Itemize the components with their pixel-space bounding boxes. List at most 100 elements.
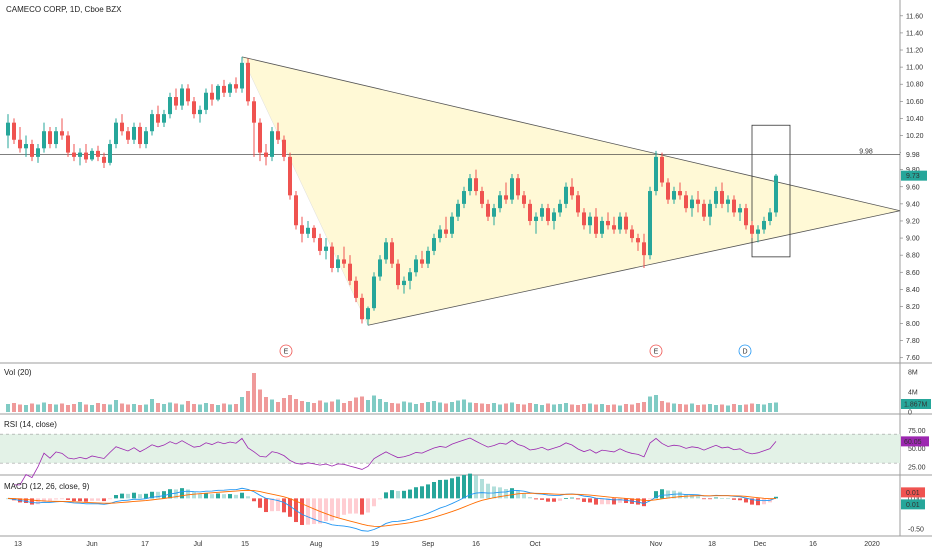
volume-bar[interactable]: [354, 397, 358, 413]
macd-histogram-bar[interactable]: [618, 498, 622, 503]
volume-bar[interactable]: [42, 402, 46, 413]
candle[interactable]: [162, 114, 166, 123]
volume-bar[interactable]: [120, 403, 124, 413]
candle[interactable]: [732, 199, 736, 213]
candle[interactable]: [474, 178, 478, 192]
macd-histogram-bar[interactable]: [78, 498, 82, 502]
candle[interactable]: [594, 216, 598, 234]
volume-bar[interactable]: [138, 405, 142, 412]
macd-histogram-bar[interactable]: [66, 498, 70, 500]
volume-bar[interactable]: [210, 404, 214, 412]
volume-bar[interactable]: [708, 404, 712, 412]
macd-histogram-bar[interactable]: [732, 498, 736, 500]
macd-histogram-bar[interactable]: [144, 493, 148, 499]
volume-bar[interactable]: [594, 404, 598, 413]
candle[interactable]: [648, 191, 652, 256]
volume-bar[interactable]: [648, 396, 652, 413]
candle[interactable]: [366, 308, 370, 320]
volume-bar[interactable]: [240, 397, 244, 412]
candle[interactable]: [258, 122, 262, 153]
macd-histogram-bar[interactable]: [216, 493, 220, 499]
candle[interactable]: [558, 203, 562, 213]
candle[interactable]: [222, 85, 226, 93]
candle[interactable]: [522, 195, 526, 204]
volume-bar[interactable]: [612, 404, 616, 413]
volume-bar[interactable]: [144, 404, 148, 413]
macd-histogram-bar[interactable]: [696, 496, 700, 499]
macd-histogram-bar[interactable]: [642, 498, 646, 507]
volume-bar[interactable]: [192, 404, 196, 412]
volume-bar[interactable]: [228, 404, 232, 413]
volume-bar[interactable]: [90, 405, 94, 412]
volume-bar[interactable]: [438, 402, 442, 413]
price-pane[interactable]: 9.98 11.60 11.40 11.20 11.00 10.80 10.60 10.40 1…: [0, 13, 927, 362]
candle[interactable]: [192, 101, 196, 115]
macd-histogram-bar[interactable]: [720, 498, 724, 500]
volume-bar[interactable]: [162, 404, 166, 412]
volume-bar[interactable]: [486, 404, 490, 412]
macd-histogram-bar[interactable]: [744, 498, 748, 503]
macd-histogram-bar[interactable]: [180, 488, 184, 499]
macd-histogram-bar[interactable]: [486, 483, 490, 499]
macd-histogram-bar[interactable]: [258, 498, 262, 508]
volume-bar[interactable]: [588, 403, 592, 413]
candle[interactable]: [396, 263, 400, 286]
volume-bar[interactable]: [636, 403, 640, 412]
candle[interactable]: [480, 191, 484, 204]
candle[interactable]: [390, 242, 394, 264]
candle[interactable]: [432, 238, 436, 251]
volume-bar[interactable]: [390, 403, 394, 412]
volume-bar[interactable]: [402, 401, 406, 413]
candle[interactable]: [660, 156, 664, 183]
volume-bar[interactable]: [768, 403, 772, 412]
candle[interactable]: [450, 216, 454, 234]
volume-bar[interactable]: [348, 401, 352, 412]
macd-histogram-bar[interactable]: [222, 494, 226, 499]
candle[interactable]: [576, 195, 580, 213]
candle[interactable]: [168, 97, 172, 115]
macd-histogram-bar[interactable]: [432, 482, 436, 499]
candle[interactable]: [468, 178, 472, 192]
macd-histogram-bar[interactable]: [444, 479, 448, 499]
candle[interactable]: [312, 227, 316, 239]
macd-histogram-bar[interactable]: [534, 498, 538, 500]
candle[interactable]: [156, 114, 160, 123]
candle[interactable]: [588, 216, 592, 226]
candle[interactable]: [150, 114, 154, 132]
volume-bar[interactable]: [444, 403, 448, 413]
volume-bar[interactable]: [696, 405, 700, 412]
macd-histogram-bar[interactable]: [204, 493, 208, 499]
candle[interactable]: [234, 84, 238, 89]
candle[interactable]: [486, 203, 490, 217]
candle[interactable]: [360, 297, 364, 320]
volume-bar[interactable]: [18, 404, 22, 413]
candle[interactable]: [282, 139, 286, 157]
candle[interactable]: [528, 203, 532, 221]
volume-bar[interactable]: [330, 401, 334, 413]
candle[interactable]: [744, 208, 748, 226]
volume-bar[interactable]: [312, 403, 316, 412]
macd-histogram-bar[interactable]: [708, 498, 712, 500]
volume-bar[interactable]: [114, 400, 118, 412]
volume-bar[interactable]: [678, 404, 682, 412]
volume-bar[interactable]: [180, 404, 184, 413]
volume-bar[interactable]: [600, 404, 604, 412]
volume-bar[interactable]: [186, 401, 190, 412]
candle[interactable]: [516, 178, 520, 196]
candle[interactable]: [762, 220, 766, 230]
candle[interactable]: [552, 212, 556, 221]
volume-bar[interactable]: [660, 401, 664, 412]
candle[interactable]: [264, 152, 268, 157]
volume-bar[interactable]: [564, 403, 568, 412]
macd-histogram-bar[interactable]: [540, 498, 544, 500]
volume-bar[interactable]: [324, 402, 328, 413]
macd-histogram-bar[interactable]: [336, 498, 340, 518]
volume-bar[interactable]: [750, 403, 754, 413]
macd-histogram-bar[interactable]: [714, 497, 718, 499]
volume-bar[interactable]: [234, 404, 238, 412]
candle[interactable]: [462, 191, 466, 204]
volume-bar[interactable]: [558, 404, 562, 412]
candle[interactable]: [546, 208, 550, 221]
candle[interactable]: [420, 259, 424, 264]
macd-histogram-bar[interactable]: [474, 475, 478, 499]
